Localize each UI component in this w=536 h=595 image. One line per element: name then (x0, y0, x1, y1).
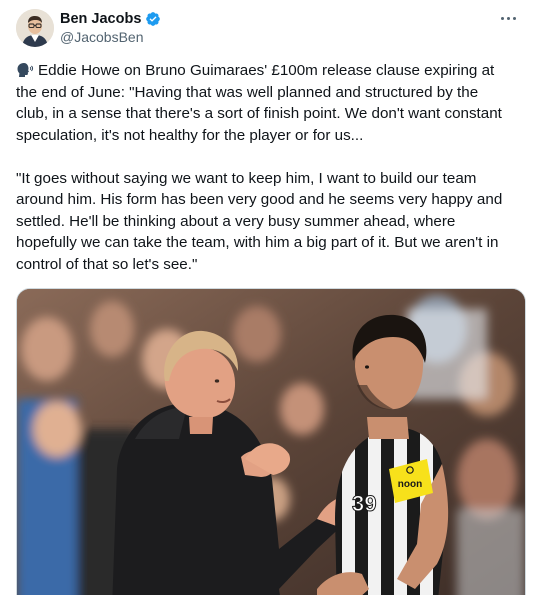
kit-number: 39 (352, 491, 376, 516)
person-avatar-icon (16, 9, 54, 47)
tweet-text: Eddie Howe on Bruno Guimaraes' £100m rel… (16, 60, 522, 275)
ellipsis-dot (512, 16, 516, 20)
tweet-card: Ben Jacobs @JacobsBen Eddie Howe on Brun… (0, 0, 536, 595)
verified-badge-icon (146, 12, 161, 26)
tweet-line-text: Eddie Howe on Bruno Guimaraes' £100m rel… (38, 62, 495, 79)
tweet-line: control of that so let's see." (16, 255, 198, 273)
tweet-line: club, in a sense that there's a sort of … (16, 105, 502, 122)
author-display-name[interactable]: Ben Jacobs (60, 11, 141, 27)
tweet-line: settled. He'll be thinking about a very … (16, 212, 456, 230)
tweet-line: speculation, it's not healthy for the pl… (16, 126, 364, 144)
author-name-row[interactable]: Ben Jacobs (60, 10, 161, 28)
speaking-head-icon (17, 63, 34, 77)
tweet-line: around him. His form has been very good … (16, 191, 503, 208)
tweet-line: Eddie Howe on Bruno Guimaraes' £100m rel… (16, 60, 522, 82)
tweet-photo[interactable]: noon 39 (16, 288, 526, 595)
ellipsis-icon (500, 16, 504, 20)
tweet-line: hopefully we can take the team, with him… (16, 234, 499, 251)
tweet-line: the end of June: "Having that was well p… (16, 83, 479, 101)
tweet-line: "It goes without saying we want to keep … (16, 169, 477, 187)
sponsor-text: noon (398, 479, 422, 490)
author-handle[interactable]: @JacobsBen (60, 29, 143, 45)
more-options-button[interactable] (496, 6, 520, 30)
ellipsis-dot (506, 16, 510, 20)
photo-illustration: noon 39 (17, 289, 525, 595)
author-avatar[interactable] (16, 9, 54, 47)
